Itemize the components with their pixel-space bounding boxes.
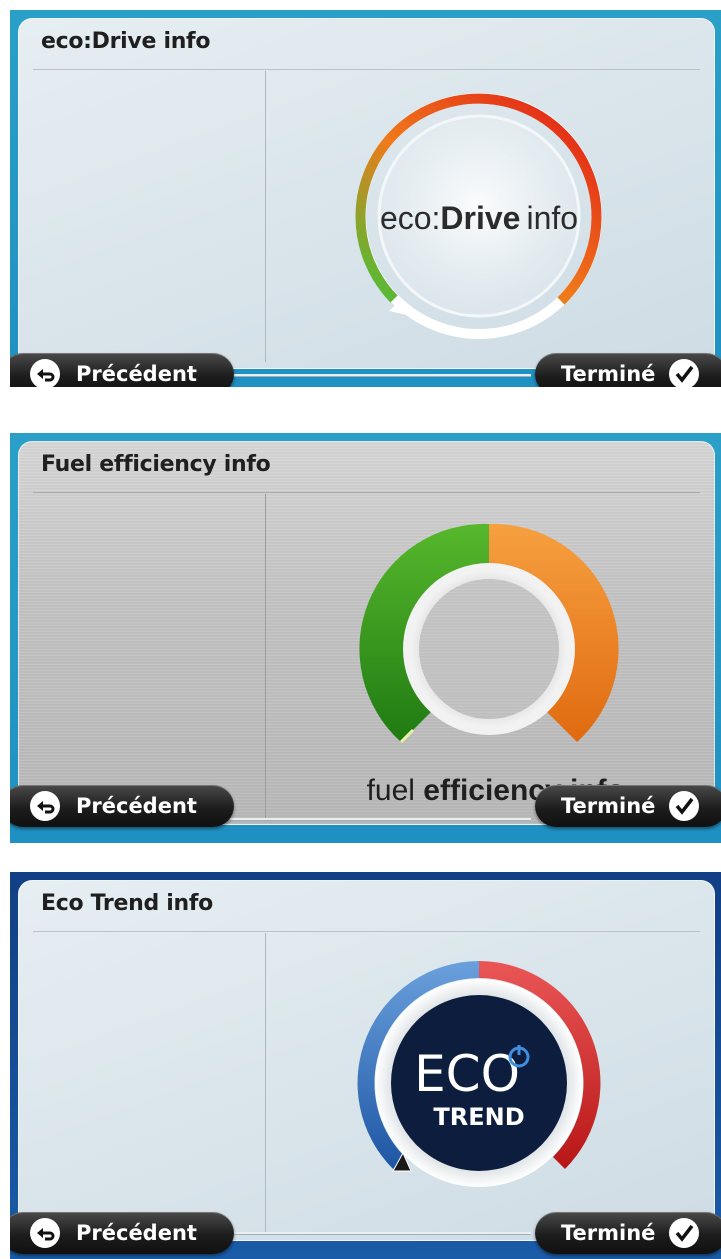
- done-button-label: Terminé: [561, 362, 656, 386]
- title-divider: [33, 69, 700, 70]
- back-button[interactable]: Précédent: [10, 785, 234, 827]
- done-button[interactable]: Terminé: [535, 785, 721, 827]
- fuel-efficiency-screen: Fuel efficiency info fuel efficiency inf…: [10, 433, 721, 843]
- eco-trend-logo-line1: ECO: [414, 1045, 520, 1103]
- done-button-label: Terminé: [561, 794, 656, 818]
- done-button[interactable]: Terminé: [535, 353, 721, 387]
- page-title: Eco Trend info: [41, 891, 213, 916]
- page-title: eco:Drive info: [41, 29, 211, 54]
- title-divider: [33, 492, 700, 493]
- checkmark-icon: [669, 1218, 700, 1248]
- back-button[interactable]: Précédent: [10, 353, 234, 387]
- ecodrive-gauge-logo: eco:Drive info: [355, 93, 602, 339]
- footer-line: [230, 818, 531, 820]
- eco-trend-logo-line2: TREND: [433, 1103, 524, 1131]
- back-button-label: Précédent: [76, 794, 197, 818]
- eco-trend-screen: Eco Trend info ECO TREND Précédent Termi…: [10, 872, 721, 1259]
- back-button-label: Précédent: [76, 362, 197, 386]
- done-button-label: Terminé: [561, 1221, 656, 1245]
- column-divider: [265, 494, 266, 818]
- eco-trend-gauge-logo: ECO TREND: [357, 961, 601, 1187]
- back-button-label: Précédent: [76, 1221, 197, 1245]
- column-divider: [265, 71, 266, 362]
- ecodrive-logo-text: eco:Drive info: [380, 200, 578, 236]
- back-button[interactable]: Précédent: [10, 1212, 234, 1254]
- content-panel: Eco Trend info ECO TREND: [18, 880, 715, 1241]
- content-panel: eco:Drive info eco:Drive info: [18, 18, 715, 369]
- footer-line: [230, 374, 531, 376]
- checkmark-icon: [669, 359, 700, 387]
- back-arrow-icon: [30, 1218, 60, 1248]
- done-button[interactable]: Terminé: [535, 1212, 721, 1254]
- back-arrow-icon: [30, 359, 60, 387]
- title-divider: [33, 931, 700, 932]
- content-panel: Fuel efficiency info fuel efficiency inf…: [18, 441, 715, 825]
- fuel-efficiency-gauge-logo: fuel efficiency info: [359, 523, 625, 804]
- checkmark-icon: [669, 791, 700, 821]
- column-divider: [265, 933, 266, 1234]
- page-title: Fuel efficiency info: [41, 452, 271, 477]
- ecodrive-screen: eco:Drive info eco:Drive info Précédent …: [10, 10, 721, 387]
- back-arrow-icon: [30, 791, 60, 821]
- footer-line: [230, 1232, 531, 1234]
